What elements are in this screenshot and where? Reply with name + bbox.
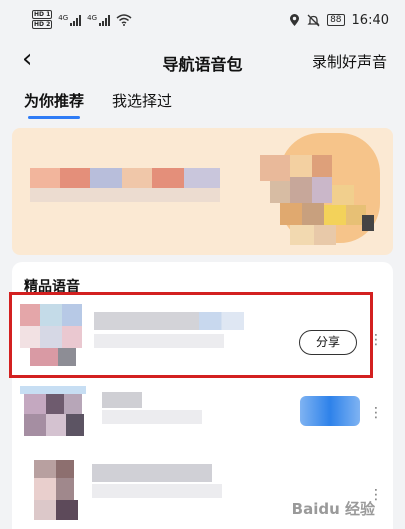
- voice-name-blur: [102, 392, 142, 408]
- banner-illustration: [240, 133, 390, 251]
- signal-icon-2: 4G: [87, 14, 111, 26]
- tab-recommended[interactable]: 为你推荐: [24, 90, 84, 119]
- voice-desc-blur: [92, 484, 222, 498]
- sim2-label: HD 2: [32, 20, 53, 29]
- promo-banner[interactable]: [12, 128, 393, 255]
- voice-name-blur: [92, 464, 212, 482]
- battery-indicator: 88: [327, 14, 345, 26]
- voice-avatar: [20, 460, 88, 528]
- voice-avatar: [20, 386, 88, 446]
- banner-text-blur: [30, 168, 220, 208]
- location-icon: [290, 13, 300, 26]
- record-voice-button[interactable]: 录制好声音: [312, 51, 387, 72]
- tab-selected-before[interactable]: 我选择过: [112, 90, 172, 111]
- wifi-icon: [116, 14, 132, 26]
- net2-label: 4G: [87, 14, 98, 22]
- signal-icon: 4G: [58, 14, 82, 26]
- list-item[interactable]: ⋮: [12, 382, 393, 452]
- status-left: HD 1 HD 2 4G 4G: [32, 10, 132, 30]
- use-voice-button[interactable]: [300, 396, 360, 426]
- tab-bar: 为你推荐 我选择过: [24, 90, 172, 119]
- nav-bar: ‹ 导航语音包 录制好声音: [0, 40, 405, 80]
- mute-icon: [307, 14, 320, 26]
- highlight-box: [9, 292, 373, 378]
- watermark: Baidu 经验: [291, 500, 375, 518]
- status-bar: HD 1 HD 2 4G 4G 88 16:40: [0, 0, 405, 40]
- more-options-icon[interactable]: ⋮: [369, 406, 383, 420]
- voice-desc-blur: [102, 410, 202, 424]
- sim1-label: HD 1: [32, 10, 53, 19]
- sim-indicator: HD 1 HD 2: [32, 10, 53, 30]
- net1-label: 4G: [58, 14, 69, 22]
- status-right: 88 16:40: [289, 13, 389, 28]
- clock: 16:40: [351, 12, 389, 28]
